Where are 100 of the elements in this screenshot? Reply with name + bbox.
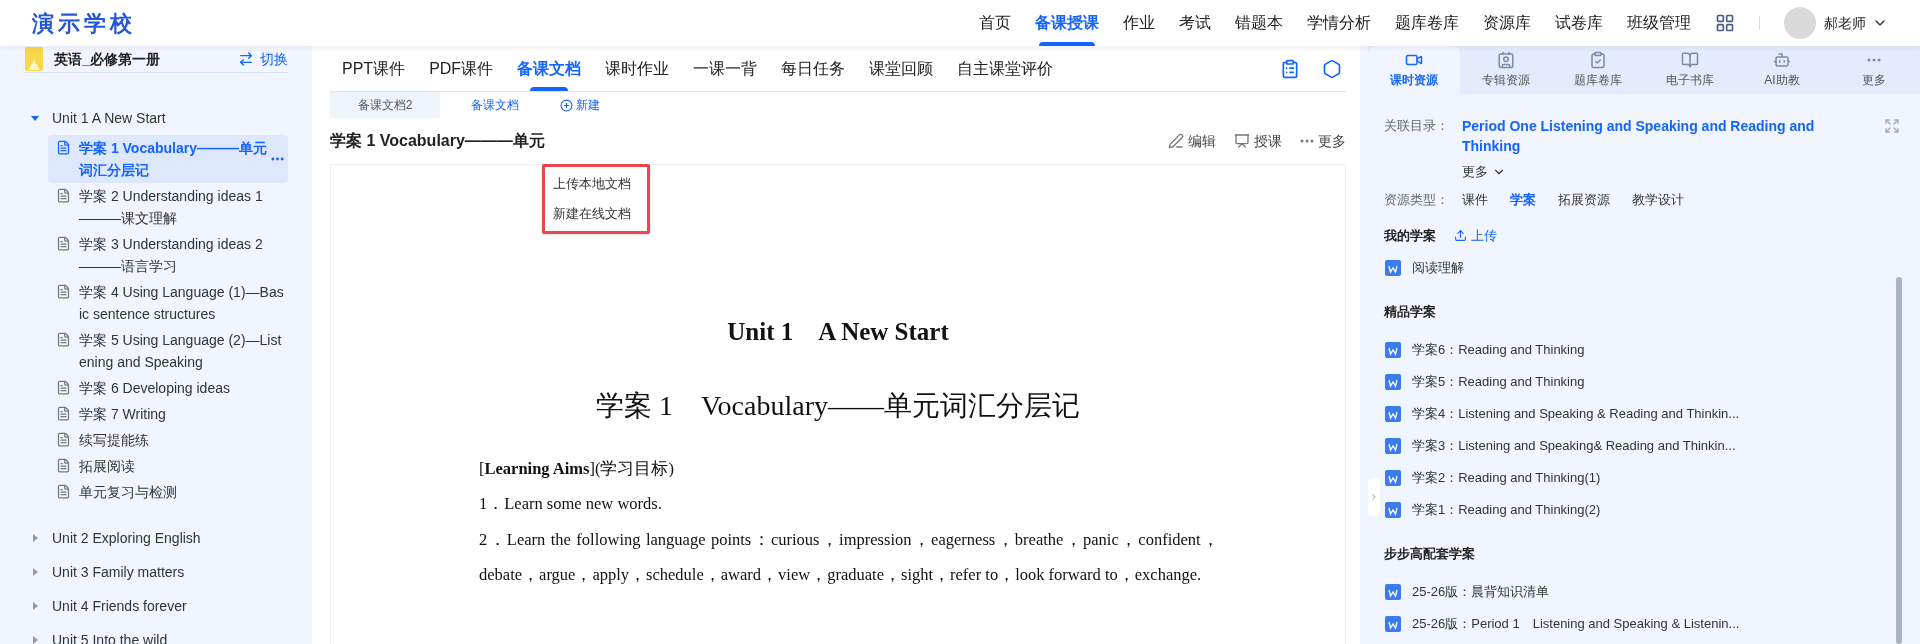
resource-item[interactable]: 学案2：Reading and Thinking(1) — [1412, 467, 1601, 488]
catalog-label: 关联目录： — [1384, 117, 1450, 135]
document-paragraph: 1．Learn some new words. — [479, 493, 663, 515]
content-tab[interactable]: 一课一背 — [681, 46, 770, 91]
type-filter[interactable]: 教学设计 — [1632, 189, 1684, 210]
book-icon — [1681, 51, 1699, 69]
logo[interactable]: 演示学校 — [32, 6, 136, 40]
nav-tab[interactable]: 首页 — [967, 0, 1023, 46]
new-button[interactable]: 新建 — [560, 96, 600, 114]
swap-icon — [238, 51, 254, 67]
nav-tab[interactable]: 题库卷库 — [1383, 0, 1471, 46]
section-title: 我的学案 — [1384, 226, 1436, 245]
resource-item[interactable]: 阅读理解 — [1412, 257, 1464, 278]
lesson-item[interactable]: 学案 7 Writing — [48, 401, 288, 427]
caret-right-icon — [30, 533, 40, 543]
unit-item[interactable]: Unit 5 Into the wild — [30, 623, 168, 644]
resource-item[interactable]: 学案3：Listening and Speaking& Reading and Thinkin... — [1412, 435, 1736, 456]
unit-item[interactable]: Unit 4 Friends forever — [30, 589, 187, 623]
content-tab[interactable]: 备课文档 — [505, 46, 594, 91]
nav-tab[interactable]: 错题本 — [1223, 0, 1295, 46]
unit-item[interactable]: Unit 1 A New Start — [30, 101, 166, 135]
more-icon[interactable] — [1300, 139, 1314, 143]
switch-button[interactable]: 切换 — [238, 48, 288, 70]
resource-tab[interactable]: 课时资源 — [1368, 46, 1460, 94]
content-tab[interactable]: PDF课件 — [417, 46, 506, 91]
lesson-item[interactable]: 单元复习与检测 — [48, 479, 288, 505]
nav-tab[interactable]: 学情分析 — [1295, 0, 1383, 46]
word-document-icon — [1384, 258, 1402, 277]
word-document-icon — [1384, 500, 1402, 519]
section-title: 步步高配套学案 — [1384, 544, 1475, 563]
document-subheading: 学案 1 Vocabulary——单元词汇分层记 — [596, 388, 1080, 423]
type-filter[interactable]: 学案 — [1510, 189, 1536, 210]
nav-tab[interactable]: 资源库 — [1471, 0, 1543, 46]
apps-icon[interactable] — [1715, 13, 1735, 33]
more-icon[interactable] — [270, 157, 284, 161]
menu-item[interactable]: 上传本地文档 — [545, 169, 647, 199]
nav-tab[interactable]: 班级管理 — [1615, 0, 1703, 46]
lesson-item[interactable]: 学案 6 Developing ideas — [48, 375, 288, 401]
lesson-item[interactable]: 学案 2 Understanding ideas 1 ———课文理解 — [48, 183, 288, 231]
more-icon[interactable] — [1867, 58, 1881, 62]
catalog-link[interactable]: Period One Listening and Speaking and Reading and Thinking — [1462, 116, 1862, 156]
resource-item[interactable]: 学案1：Reading and Thinking(2) — [1412, 499, 1601, 520]
document-icon — [56, 484, 71, 499]
more-toggle[interactable]: 更多 — [1462, 162, 1900, 182]
resource-tab[interactable]: 电子书库 — [1644, 46, 1736, 94]
lesson-item[interactable]: 学案 1 Vocabulary———单元词汇分层记 — [48, 135, 288, 183]
collapse-handle[interactable] — [1368, 478, 1380, 516]
chevron-right-icon — [1369, 492, 1379, 502]
resource-tab[interactable]: 专辑资源 — [1460, 46, 1552, 94]
edit-button[interactable]: 编辑 — [1168, 130, 1216, 152]
more-button[interactable]: 更多 — [1300, 130, 1346, 152]
pen-icon — [1168, 133, 1184, 149]
document-tab[interactable]: 备课文档2 — [330, 92, 440, 118]
nav-tab[interactable]: 试卷库 — [1543, 0, 1615, 46]
robot-icon — [1773, 51, 1791, 69]
expand-icon[interactable] — [1884, 118, 1900, 134]
document-icon — [56, 236, 71, 251]
content-tab[interactable]: 课时作业 — [593, 46, 682, 91]
resource-tab[interactable]: 题库卷库 — [1552, 46, 1644, 94]
document-paragraph: 2．Learn the following language points：curious，impression，eagerness，breathe，panic，confident，debate，argue，apply，schedule，award，view，graduate，sight，refer to，look forward to，exchange. — [479, 528, 1219, 586]
lesson-item[interactable]: 学案 4 Using Language (1)—Basic sentence structures — [48, 279, 288, 327]
scrollbar[interactable] — [1896, 277, 1902, 644]
resource-tab[interactable]: 更多 — [1828, 46, 1920, 94]
teach-button[interactable]: 授课 — [1234, 130, 1282, 152]
resource-item[interactable]: 学案4：Listening and Speaking & Reading and Thinkin... — [1412, 403, 1740, 424]
unit-item[interactable]: Unit 3 Family matters — [30, 555, 185, 589]
caret-right-icon — [30, 635, 40, 644]
document-icon — [56, 380, 71, 395]
nav-tab[interactable]: 考试 — [1167, 0, 1223, 46]
book-icon — [24, 46, 44, 72]
menu-item[interactable]: 新建在线文档 — [545, 199, 647, 229]
user-name[interactable]: 郝老师 — [1824, 12, 1866, 34]
resource-item[interactable]: 学案6：Reading and Thinking — [1412, 339, 1585, 360]
resource-item[interactable]: 25-26版：晨背知识清单 — [1412, 581, 1550, 602]
type-filter[interactable]: 拓展资源 — [1558, 189, 1610, 210]
type-filter[interactable]: 课件 — [1462, 189, 1488, 210]
word-document-icon — [1384, 340, 1402, 359]
resource-item[interactable]: 学案5：Reading and Thinking — [1412, 371, 1585, 392]
lesson-item[interactable]: 学案 3 Understanding ideas 2 ———语言学习 — [48, 231, 288, 279]
word-document-icon — [1384, 372, 1402, 391]
content-tab[interactable]: 每日任务 — [769, 46, 858, 91]
resource-tab[interactable]: AI助教 — [1736, 46, 1828, 94]
content-tab[interactable]: PPT课件 — [330, 46, 418, 91]
nav-tab[interactable]: 作业 — [1111, 0, 1167, 46]
content-tab[interactable]: 课堂回顾 — [857, 46, 946, 91]
document-icon — [56, 332, 71, 347]
nav-tab[interactable]: 备课授课 — [1023, 0, 1111, 46]
upload-icon — [1454, 229, 1467, 242]
lesson-item[interactable]: 续写提能练 — [48, 427, 288, 453]
document-icon — [56, 140, 71, 155]
unit-item[interactable]: Unit 2 Exploring English — [30, 521, 201, 555]
clipboard-icon[interactable] — [1280, 58, 1300, 79]
upload-button[interactable]: 上传 — [1454, 225, 1497, 246]
document-icon — [56, 432, 71, 447]
lesson-item[interactable]: 学案 5 Using Language (2)—Listening and Speaking — [48, 327, 288, 375]
lesson-item[interactable]: 拓展阅读 — [48, 453, 288, 479]
resource-item[interactable]: 25-26版：Period 1 Listening and Speaking & Listenin... — [1412, 613, 1740, 634]
content-tab[interactable]: 自主课堂评价 — [945, 46, 1066, 91]
word-document-icon — [1384, 404, 1402, 423]
word-document-icon — [1384, 614, 1402, 633]
